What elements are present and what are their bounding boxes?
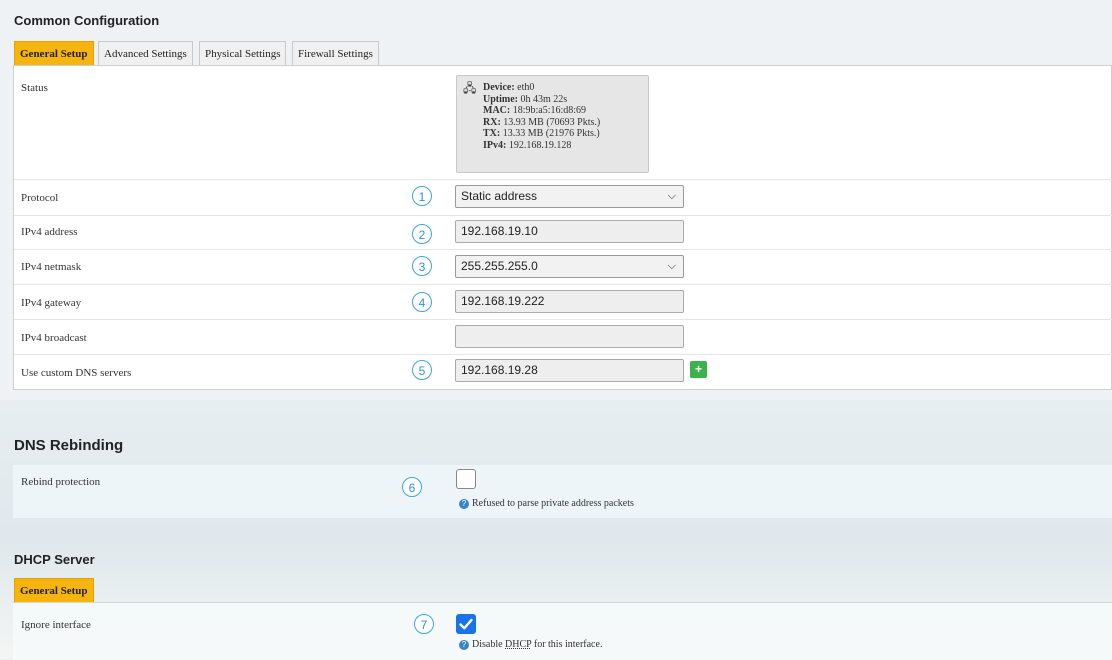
rebind-row [13,465,1112,518]
step-number-1: 1 [412,186,432,206]
ignore-interface-row [13,602,1112,660]
ipv4-netmask-label: IPv4 netmask [21,261,82,273]
tab-firewall-settings[interactable]: Firewall Settings [292,41,379,65]
ipv4-address-label: IPv4 address [21,226,78,238]
network-device-icon: 🖧 [463,81,477,95]
add-dns-button[interactable]: + [690,361,707,378]
ipv4-broadcast-label: IPv4 broadcast [21,332,87,344]
rx-value: 13.93 MB (70693 Pkts.) [503,116,601,128]
tab-general-setup[interactable]: General Setup [14,41,94,65]
tab-advanced-settings[interactable]: Advanced Settings [98,41,193,65]
step-number-7: 7 [414,614,434,634]
step-number-3: 3 [412,256,432,276]
dns-rebinding-title: DNS Rebinding [14,437,124,454]
ipv4-gateway-input[interactable]: 192.168.19.222 [455,290,684,313]
rebind-protection-label: Rebind protection [21,476,101,488]
ignore-interface-checkbox[interactable] [456,614,476,634]
help-icon: ? [459,498,469,509]
common-config-title: Common Configuration [14,13,160,28]
dns-server-input[interactable]: 192.168.19.28 [455,359,684,382]
netmask-value: 255.255.255.0 [461,259,538,273]
uptime-value: 0h 43m 22s [520,93,568,105]
checkmark-icon [459,618,473,630]
ipv4-address-input[interactable]: 192.168.19.10 [455,220,684,243]
tab-physical-settings[interactable]: Physical Settings [199,41,287,65]
ignore-interface-help-text: ? Disable DHCP for this interface. [459,639,602,650]
protocol-label: Protocol [21,192,59,204]
protocol-value: Static address [461,189,538,203]
dhcp-server-title: DHCP Server [14,552,95,567]
protocol-select[interactable]: Static address ⌵ [455,185,684,208]
step-number-4: 4 [412,292,432,312]
ipv4-gateway-label: IPv4 gateway [21,297,82,309]
dns-servers-label: Use custom DNS servers [21,367,132,379]
chevron-down-icon: ⌵ [667,190,676,202]
step-number-6: 6 [402,477,422,497]
device-value: eth0 [517,82,535,93]
step-number-2: 2 [412,224,432,244]
status-label: Status [21,82,48,94]
chevron-down-icon: ⌵ [667,260,676,272]
tx-value: 13.33 MB (21976 Pkts.) [502,128,600,139]
ipv4-broadcast-input[interactable] [455,325,684,348]
help-icon: ? [459,639,469,650]
mac-value: 18:9b:a5:16:d8:69 [512,105,587,116]
ipv4-netmask-select[interactable]: 255.255.255.0 ⌵ [455,255,684,278]
rebind-protection-checkbox[interactable] [456,469,476,489]
rebind-help-text: ? Refused to parse private address packet… [459,498,634,509]
status-box: 🖧 Device: eth0 Uptime: 0h 43m 22s MAC: 1… [456,75,649,173]
step-number-5: 5 [412,360,432,380]
ipv4-value: 192.168.19.128 [508,139,572,151]
dhcp-tab-general-setup[interactable]: General Setup [14,578,94,602]
ignore-interface-label: Ignore interface [21,619,91,631]
